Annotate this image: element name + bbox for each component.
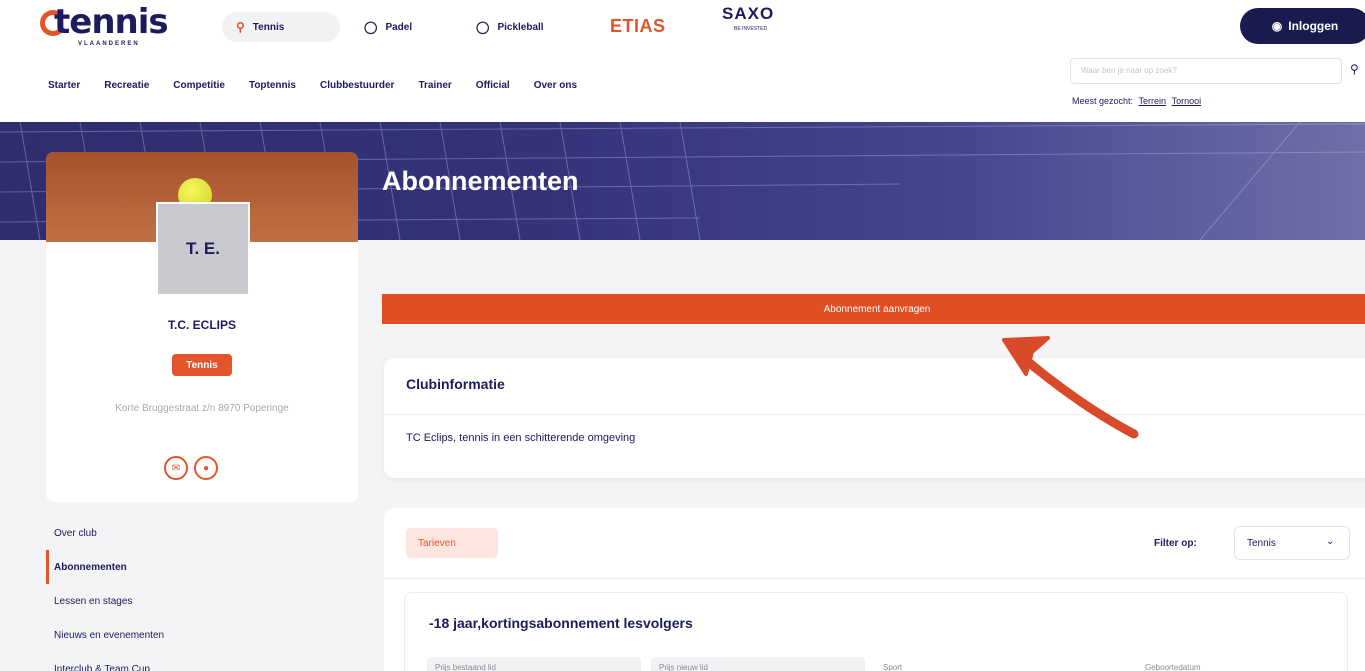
nav-item-over-ons[interactable]: Over ons — [534, 80, 577, 91]
filter-label: Filter op: — [1154, 538, 1197, 549]
website-icon[interactable]: ● — [194, 456, 218, 480]
column-header: Sport — [883, 663, 903, 671]
popular-searches: Meest gezocht: Terrein Tornooi — [1072, 96, 1201, 106]
popular-link-terrein[interactable]: Terrein — [1139, 96, 1167, 106]
club-avatar: T. E. — [156, 202, 250, 296]
sport-tab-pickleball[interactable]: ◯ Pickleball — [462, 12, 582, 42]
sport-tab-label: Padel — [385, 21, 413, 33]
logo[interactable]: tennis VLAANDEREN — [40, 2, 200, 52]
search-icon[interactable]: ⚲ — [1350, 62, 1359, 76]
rates-card: Tarieven Filter op: Tennis ⌄ -18 jaar,ko… — [384, 508, 1365, 671]
column-header: Prijs bestaand lid — [427, 657, 641, 671]
nav-item-starter[interactable]: Starter — [48, 80, 80, 91]
sport-tab-label: Pickleball — [497, 21, 544, 33]
annotation-arrow-icon — [1002, 336, 1139, 439]
club-name: T.C. ECLIPS — [167, 318, 236, 332]
nav-item-clubbestuurder[interactable]: Clubbestuurder — [320, 80, 394, 91]
side-item-nieuws[interactable]: Nieuws en evenementen — [46, 618, 358, 652]
side-item-abonnementen[interactable]: Abonnementen — [46, 550, 358, 584]
sport-tab-padel[interactable]: ◯ Padel — [350, 12, 450, 42]
sport-tab-label: Tennis — [252, 21, 285, 33]
club-address: Korte Bruggestraat z/n 8970 Poperinge — [115, 403, 289, 414]
sport-badge: Tennis — [172, 354, 232, 376]
pickleball-icon: ◯ — [476, 20, 490, 34]
nav-item-trainer[interactable]: Trainer — [418, 80, 451, 91]
nav-item-toptennis[interactable]: Toptennis — [249, 80, 296, 91]
nav-item-competitie[interactable]: Competitie — [173, 80, 225, 91]
sport-tab-tennis[interactable]: ⚲ Tennis — [222, 12, 340, 42]
user-icon: ◉ — [1271, 19, 1283, 33]
club-info-card: Clubinformatie TC Eclips, tennis in een … — [384, 358, 1365, 478]
club-card: T. E. T.C. ECLIPS Tennis Korte Bruggestr… — [46, 152, 358, 502]
padel-icon: ◯ — [364, 20, 378, 34]
logo-text: tennis — [54, 2, 169, 42]
side-item-interclub[interactable]: Interclub & Team Cup — [46, 652, 358, 671]
login-button[interactable]: ◉ Inloggen — [1240, 8, 1365, 44]
club-contact-icons: ✉ ● — [164, 456, 218, 480]
popular-link-tornooi[interactable]: Tornooi — [1172, 96, 1202, 106]
subscription-item: -18 jaar,kortingsabonnement lesvolgers P… — [404, 592, 1348, 671]
side-item-over-club[interactable]: Over club — [46, 516, 358, 550]
racket-icon: ⚲ — [236, 20, 245, 34]
column-header: Geboortedatum — [1145, 663, 1201, 671]
divider — [384, 414, 1365, 415]
column-header: Prijs nieuw lid — [651, 657, 865, 671]
nav-item-recreatie[interactable]: Recreatie — [104, 80, 149, 91]
sponsor-etias[interactable]: ETIAS — [610, 16, 666, 37]
mail-icon[interactable]: ✉ — [164, 456, 188, 480]
request-subscription-button[interactable]: Abonnement aanvragen — [382, 294, 1365, 324]
subscription-title: -18 jaar,kortingsabonnement lesvolgers — [429, 615, 693, 631]
sponsor-saxo[interactable]: SAXO — [722, 4, 774, 24]
club-info-title: Clubinformatie — [406, 376, 505, 392]
club-info-text: TC Eclips, tennis in een schitterende om… — [406, 432, 636, 444]
rates-tag: Tarieven — [406, 528, 498, 558]
sponsor-saxo-tagline: BE INVESTED — [734, 26, 768, 32]
side-item-lessen[interactable]: Lessen en stages — [46, 584, 358, 618]
chevron-down-icon: ⌄ — [1326, 536, 1335, 547]
logo-subtitle: VLAANDEREN — [78, 41, 140, 47]
divider — [384, 578, 1365, 579]
club-side-menu: Over club Abonnementen Lessen en stages … — [46, 516, 358, 671]
search-input[interactable]: Waar ben je naar op zoek? — [1070, 58, 1342, 84]
site-header: tennis VLAANDEREN ⚲ Tennis ◯ Padel ◯ Pic… — [0, 0, 1365, 122]
nav-item-official[interactable]: Official — [476, 80, 510, 91]
main-nav: Starter Recreatie Competitie Toptennis C… — [48, 80, 601, 91]
popular-label: Meest gezocht: — [1072, 96, 1134, 106]
login-label: Inloggen — [1288, 19, 1339, 33]
page-title: Abonnementen — [382, 166, 579, 196]
